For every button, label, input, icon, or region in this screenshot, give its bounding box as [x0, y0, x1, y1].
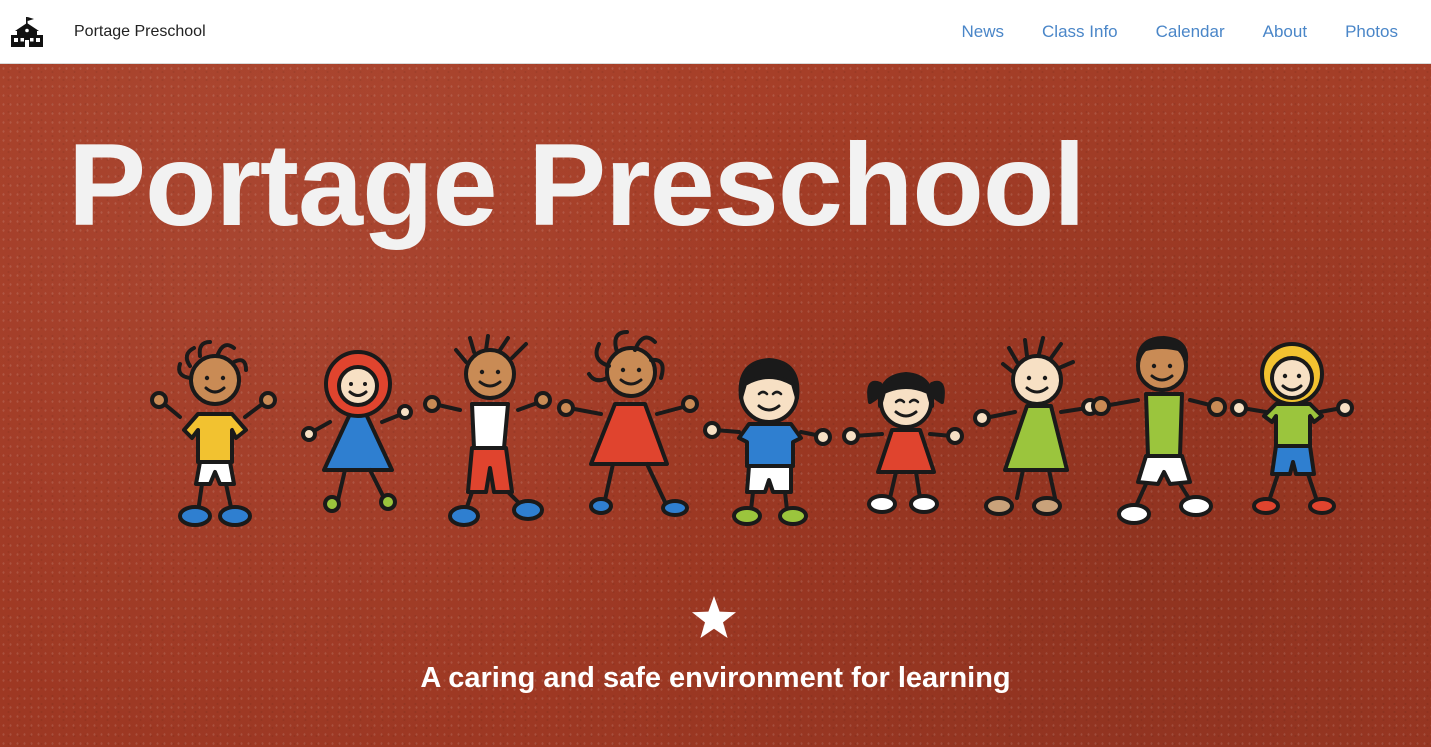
- child-figure: [557, 330, 699, 517]
- schoolhouse-icon: [11, 17, 43, 47]
- hero-section: Portage Preschool A caring and safe envi…: [0, 64, 1431, 747]
- child-figure: [973, 336, 1099, 516]
- top-navbar: Portage Preschool News Class Info Calend…: [0, 0, 1431, 64]
- brand-name: Portage Preschool: [74, 23, 206, 40]
- nav-link-class-info[interactable]: Class Info: [1023, 0, 1137, 64]
- child-figure: [423, 334, 552, 527]
- star-icon: [692, 596, 736, 638]
- child-figure: [150, 340, 277, 527]
- nav-link-about[interactable]: About: [1244, 0, 1326, 64]
- nav-link-news[interactable]: News: [943, 0, 1024, 64]
- nav-link-calendar[interactable]: Calendar: [1137, 0, 1244, 64]
- child-figure: [1230, 342, 1354, 515]
- children-illustration: [150, 330, 1354, 527]
- child-figure: [842, 372, 964, 514]
- brand-link[interactable]: Portage Preschool: [10, 10, 206, 54]
- child-figure: [703, 358, 832, 526]
- main-nav: News Class Info Calendar About Photos: [943, 0, 1417, 64]
- child-figure: [1091, 336, 1227, 525]
- nav-link-photos[interactable]: Photos: [1326, 0, 1417, 64]
- hero-title: Portage Preschool: [68, 119, 1086, 250]
- hero-tagline: A caring and safe environment for learni…: [420, 662, 1011, 694]
- child-figure: [301, 350, 413, 513]
